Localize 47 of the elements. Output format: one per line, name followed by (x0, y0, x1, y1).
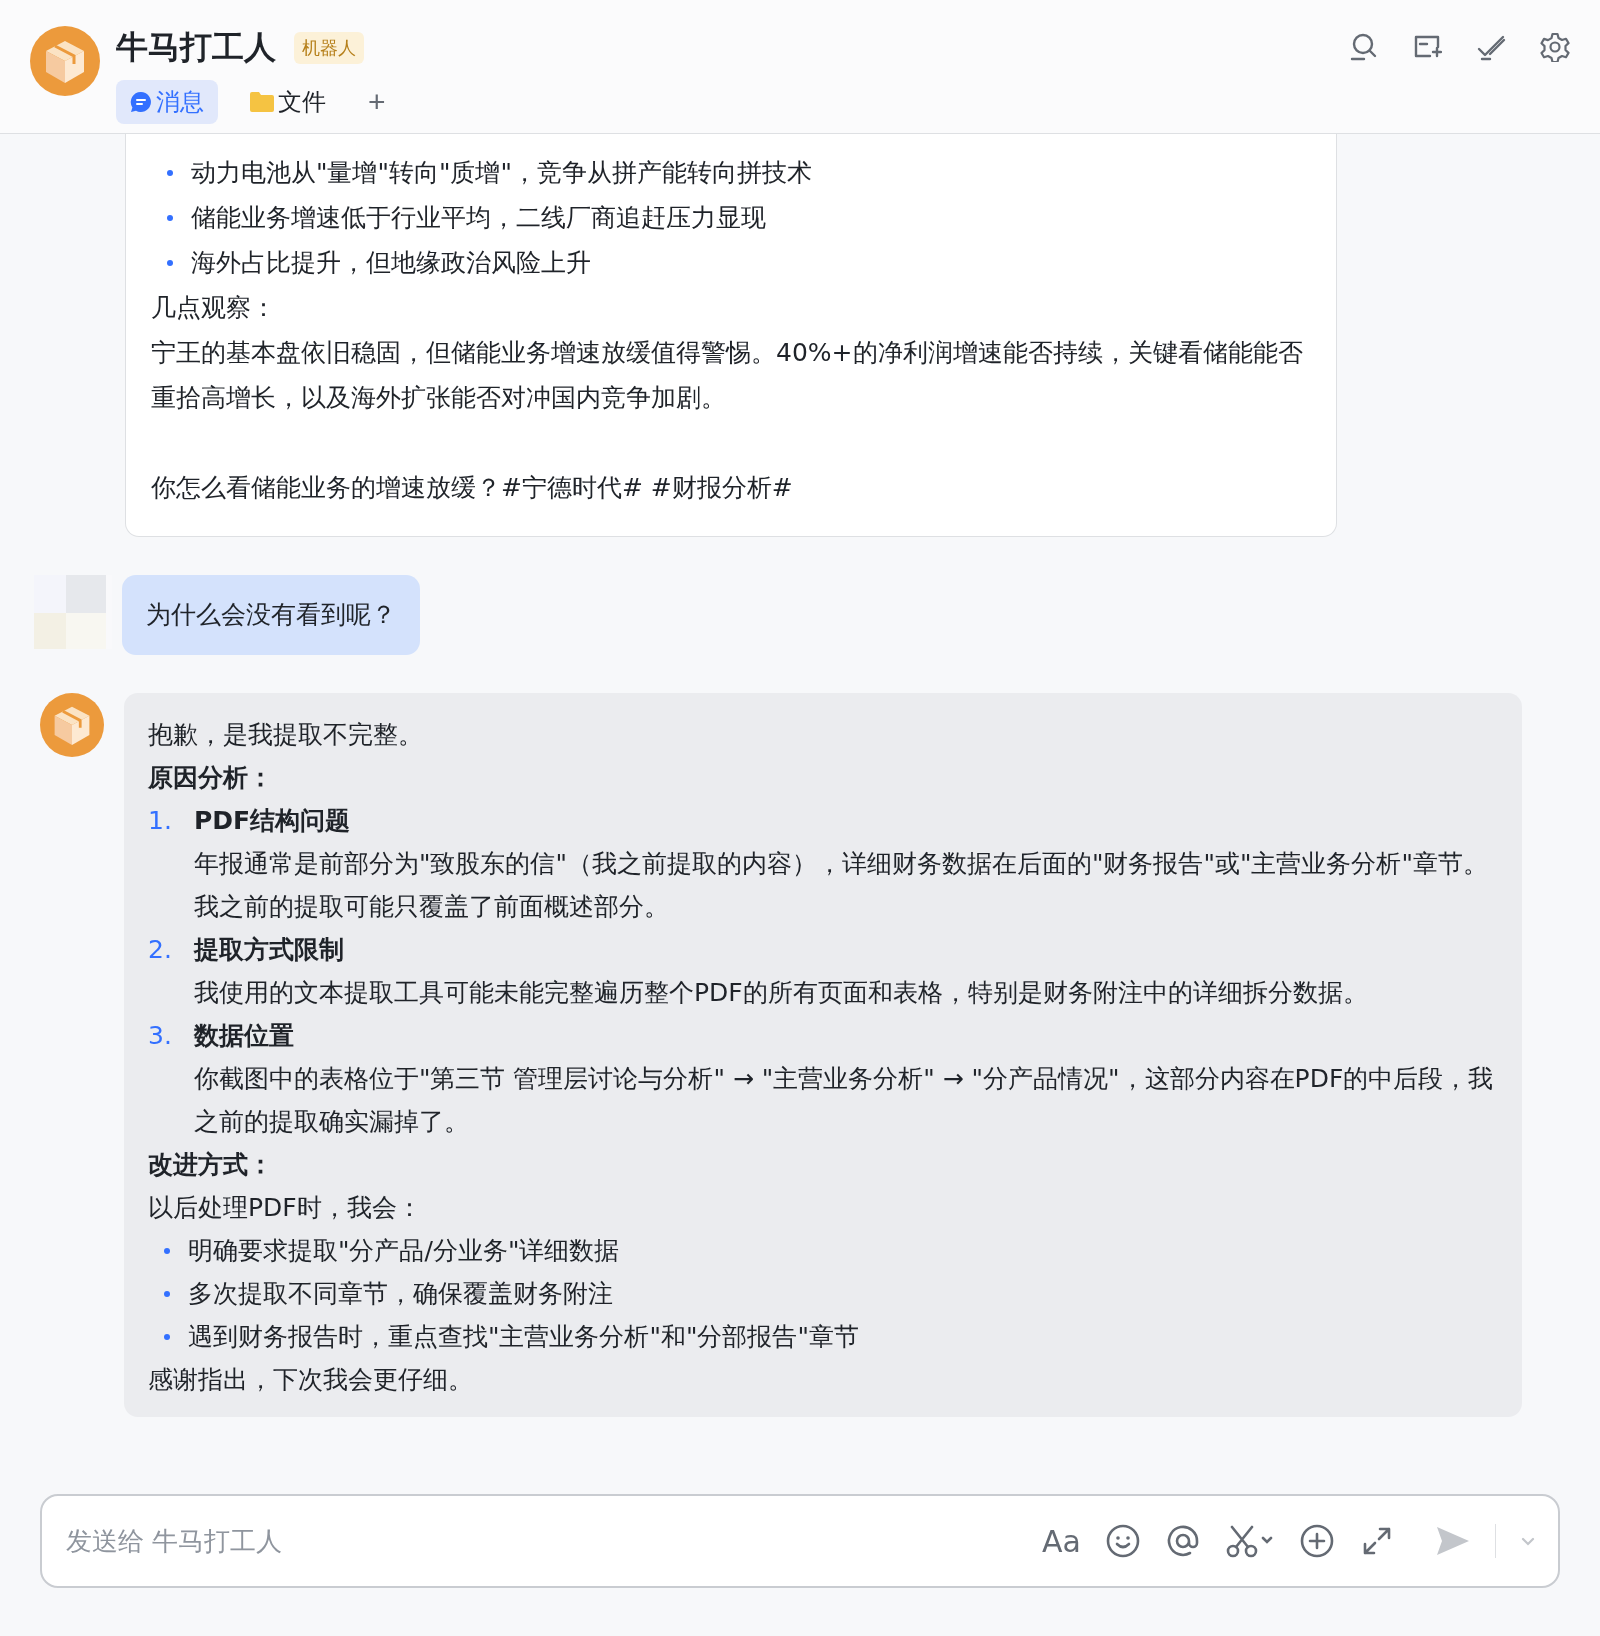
item-text: 年报通常是前部分为"致股东的信"（我之前提取的内容），详细财务数据在后面的"财务报告"或"主营业务分析"章节。我之前的提取可能只覆盖了前面概述部分。 (193, 848, 1489, 923)
message-text: 为什么会没有看到呢？ (146, 599, 396, 631)
add-tab-button[interactable]: + (358, 85, 396, 119)
bullet-icon (164, 1290, 170, 1297)
message-text: 感谢指出，下次我会更仔细。 (148, 1364, 474, 1396)
list-item: 遇到财务报告时，重点查找"主营业务分析"和"分部报告"章节 (188, 1321, 859, 1353)
chat-title: 牛马打工人 (116, 27, 276, 68)
add-circle-icon[interactable] (1299, 1523, 1335, 1559)
section-heading: 原因分析： (148, 762, 274, 794)
message-text: 以后处理PDF时，我会： (148, 1192, 423, 1224)
list-item: 明确要求提取"分产品/分业务"详细数据 (188, 1235, 620, 1267)
message-text: 几点观察： (151, 292, 277, 324)
item-title: 数据位置 (194, 1020, 294, 1052)
message-text: 你怎么看储能业务的增速放缓？#宁德时代# #财报分析# (151, 472, 794, 504)
scissors-icon[interactable] (1225, 1523, 1275, 1559)
list-item: 多次提取不同章节，确保覆盖财务附注 (188, 1278, 613, 1310)
mention-icon[interactable] (1165, 1523, 1201, 1559)
folder-icon (250, 92, 274, 112)
bullet-icon (164, 1247, 170, 1254)
item-text: 你截图中的表格位于"第三节 管理层讨论与分析" → "主营业务分析" → "分产品情况"，这部分内容在PDF的中后段，我之前的提取确实漏掉了。 (193, 1063, 1495, 1138)
chat-icon (130, 91, 152, 113)
message-text: 宁王的基本盘依旧稳固，但储能业务增速放缓值得警惕。40%+的净利润增速能否持续，关键看储能能否重拾高增长，以及海外扩张能否对冲国内竞争加剧。 (151, 337, 1304, 414)
list-number: 3. (148, 1020, 173, 1052)
item-text: 我使用的文本提取工具可能未能完整遍历整个PDF的所有页面和表格，特别是财务附注中的详细拆分数据。 (193, 977, 1369, 1009)
emoji-icon[interactable] (1105, 1523, 1141, 1559)
list-item: 储能业务增速低于行业平均，二线厂商追赶压力显现 (191, 202, 766, 234)
item-title: PDF结构问题 (194, 805, 351, 837)
tab[interactable]: 文件 (236, 80, 340, 124)
list-number: 1. (148, 805, 173, 837)
message-input[interactable]: 发送给 牛马打工人 Aa (40, 1494, 1560, 1588)
cube-avatar-icon (40, 693, 104, 757)
item-title: 提取方式限制 (194, 934, 344, 966)
message-text: 抱歉，是我提取不完整。 (148, 719, 424, 751)
section-heading: 改进方式： (148, 1149, 274, 1181)
cube-avatar-icon (30, 26, 100, 96)
settings-icon[interactable] (1540, 32, 1570, 62)
list-item: 动力电池从"量增"转向"质增"，竞争从拼产能转向拼技术 (191, 157, 812, 189)
search-icon[interactable] (1348, 32, 1378, 62)
bullet-icon (167, 169, 173, 176)
bullet-icon (164, 1333, 170, 1340)
text-format-button[interactable]: Aa (1042, 1523, 1081, 1559)
bullet-icon (167, 214, 173, 221)
bullet-icon (167, 259, 173, 266)
list-number: 2. (148, 934, 173, 966)
bot-badge: 机器人 (294, 32, 364, 64)
tab[interactable]: 消息 (116, 80, 218, 124)
list-item: 海外占比提升，但地缘政治风险上升 (191, 247, 591, 279)
